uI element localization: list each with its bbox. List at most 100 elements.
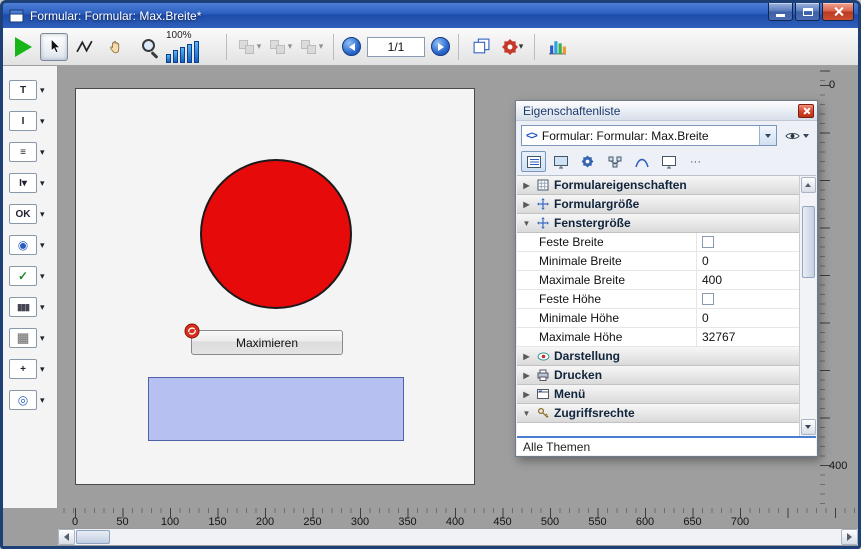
arrow-up-icon	[805, 183, 811, 187]
chevron-down-icon[interactable]: ▾	[40, 395, 45, 406]
minimize-button[interactable]	[768, 3, 793, 21]
section-darstellung[interactable]: ▶ Darstellung	[517, 347, 799, 366]
form-surface[interactable]: Maximieren	[75, 88, 475, 485]
chevron-down-icon	[803, 134, 809, 138]
chevron-down-icon[interactable]: ▾	[40, 302, 45, 313]
checkbox-unchecked[interactable]	[702, 236, 714, 248]
table-tool-button[interactable]: ▮▮▮	[9, 297, 37, 317]
section-menue[interactable]: ▶ Menü	[517, 385, 799, 404]
tab-display[interactable]	[548, 151, 573, 172]
property-row: Minimale Breite 0	[517, 252, 799, 271]
frame-tool-icon: ▦	[17, 330, 29, 346]
object-selector-value: Formular: Formular: Max.Breite	[542, 129, 709, 143]
maximize-button[interactable]	[795, 3, 820, 21]
checkbox-tool-button[interactable]: ✓	[9, 266, 37, 286]
maximize-form-button[interactable]: Maximieren	[191, 330, 343, 355]
panel-titlebar[interactable]: Eigenschaftenliste	[516, 101, 817, 121]
section-formulareigenschaften[interactable]: ▶ Formulareigenschaften	[517, 176, 799, 195]
frame-tool-button[interactable]: ▦	[9, 328, 37, 348]
pages-button[interactable]	[467, 33, 495, 61]
ruler-label: 150	[208, 516, 226, 528]
horizontal-scrollbar[interactable]	[58, 528, 858, 545]
section-label: Fenstergröße	[554, 216, 631, 230]
property-value-cell[interactable]: 32767	[697, 328, 799, 346]
ruler-label: 500	[541, 516, 559, 528]
chevron-down-icon[interactable]: ▾	[40, 240, 45, 251]
statistics-button[interactable]	[543, 33, 571, 61]
textfield-tool-button[interactable]: I	[9, 111, 37, 131]
panel-footer[interactable]: Alle Themen	[517, 436, 816, 455]
design-canvas[interactable]: Maximieren 0 400 Eigenschaftenliste <>	[58, 66, 858, 508]
property-value-cell[interactable]: 400	[697, 271, 799, 289]
run-form-button[interactable]	[9, 33, 37, 61]
checkbox-unchecked[interactable]	[702, 293, 714, 305]
chevron-down-icon[interactable]: ▾	[40, 333, 45, 344]
combobox-tool-button[interactable]: I▾	[9, 173, 37, 193]
arrow-left-icon	[64, 533, 69, 541]
rectangle-widget[interactable]	[148, 377, 404, 441]
curve-icon	[634, 155, 650, 169]
draw-tool-button[interactable]	[71, 33, 99, 61]
property-row: Maximale Breite 400	[517, 271, 799, 290]
close-button[interactable]	[822, 3, 854, 21]
radiobutton-tool-button[interactable]: ◉	[9, 235, 37, 255]
panel-scrollbar[interactable]	[799, 176, 816, 436]
zoom-level-widget[interactable]: 100%	[164, 30, 218, 64]
label-tool-button[interactable]: T	[9, 80, 37, 100]
prev-page-button[interactable]	[342, 37, 361, 56]
ruler-label: 400	[446, 516, 464, 528]
pan-tool-button[interactable]	[102, 33, 130, 61]
titlebar[interactable]: Formular: Formular: Max.Breite*	[3, 3, 858, 28]
scroll-thumb[interactable]	[802, 206, 815, 278]
ellipse-widget[interactable]	[200, 159, 352, 309]
collapsed-arrow-icon: ▶	[521, 352, 532, 361]
chevron-down-icon[interactable]: ▾	[40, 85, 45, 96]
zoom-tool-button[interactable]	[133, 33, 161, 61]
tab-properties[interactable]	[521, 151, 546, 172]
property-value-cell[interactable]: 0	[697, 252, 799, 270]
next-page-button[interactable]	[431, 37, 450, 56]
scroll-up-button[interactable]	[801, 177, 816, 193]
chevron-down-icon[interactable]: ▾	[40, 209, 45, 220]
listbox-tool-button[interactable]: ≡	[9, 142, 37, 162]
chevron-down-icon[interactable]: ▾	[40, 271, 45, 282]
ellipse-tool-button[interactable]: ◎	[9, 390, 37, 410]
select-tool-button[interactable]	[40, 33, 68, 61]
tab-curves[interactable]	[629, 151, 654, 172]
chevron-down-icon[interactable]: ▾	[40, 147, 45, 158]
tab-events[interactable]	[602, 151, 627, 172]
section-formulargroesse[interactable]: ▶ Formulargröße	[517, 195, 799, 214]
chevron-down-icon[interactable]: ▾	[40, 178, 45, 189]
view-options-button[interactable]	[781, 125, 813, 146]
line-tool-button[interactable]: +	[9, 359, 37, 379]
page-indicator[interactable]: 1/1	[367, 37, 425, 57]
property-value-cell[interactable]	[697, 233, 799, 251]
panel-close-button[interactable]	[798, 104, 814, 118]
section-fenstergroesse[interactable]: ▼ Fenstergröße	[517, 214, 799, 233]
checkbox-tool-icon: ✓	[18, 269, 28, 283]
chevron-down-icon[interactable]: ▾	[40, 116, 45, 127]
scroll-right-button[interactable]	[841, 529, 858, 545]
ruler-label: 50	[116, 516, 128, 528]
object-selector[interactable]: <> Formular: Formular: Max.Breite	[521, 125, 777, 146]
section-zugriffsrechte[interactable]: ▼ Zugriffsrechte	[517, 404, 799, 423]
scroll-left-button[interactable]	[58, 529, 75, 545]
combo-dropdown-button[interactable]	[759, 126, 776, 145]
tab-settings[interactable]	[575, 151, 600, 172]
chevron-down-icon[interactable]: ▾	[40, 364, 45, 375]
settings-gear-button[interactable]: ▾	[498, 33, 526, 61]
vertical-ruler: 0 400	[820, 66, 858, 508]
scroll-thumb[interactable]	[76, 530, 110, 544]
ruler-label: 700	[731, 516, 749, 528]
key-icon	[536, 407, 550, 419]
scroll-down-button[interactable]	[801, 419, 816, 435]
arrow-left-icon	[349, 43, 355, 51]
listbox-tool-icon: ≡	[20, 147, 26, 158]
tab-screen[interactable]	[656, 151, 681, 172]
button-tool-button[interactable]: OK	[9, 204, 37, 224]
ruler-label: 450	[493, 516, 511, 528]
tab-more[interactable]: ···	[683, 151, 708, 172]
section-drucken[interactable]: ▶ Drucken	[517, 366, 799, 385]
property-value-cell[interactable]	[697, 290, 799, 308]
property-value-cell[interactable]: 0	[697, 309, 799, 327]
